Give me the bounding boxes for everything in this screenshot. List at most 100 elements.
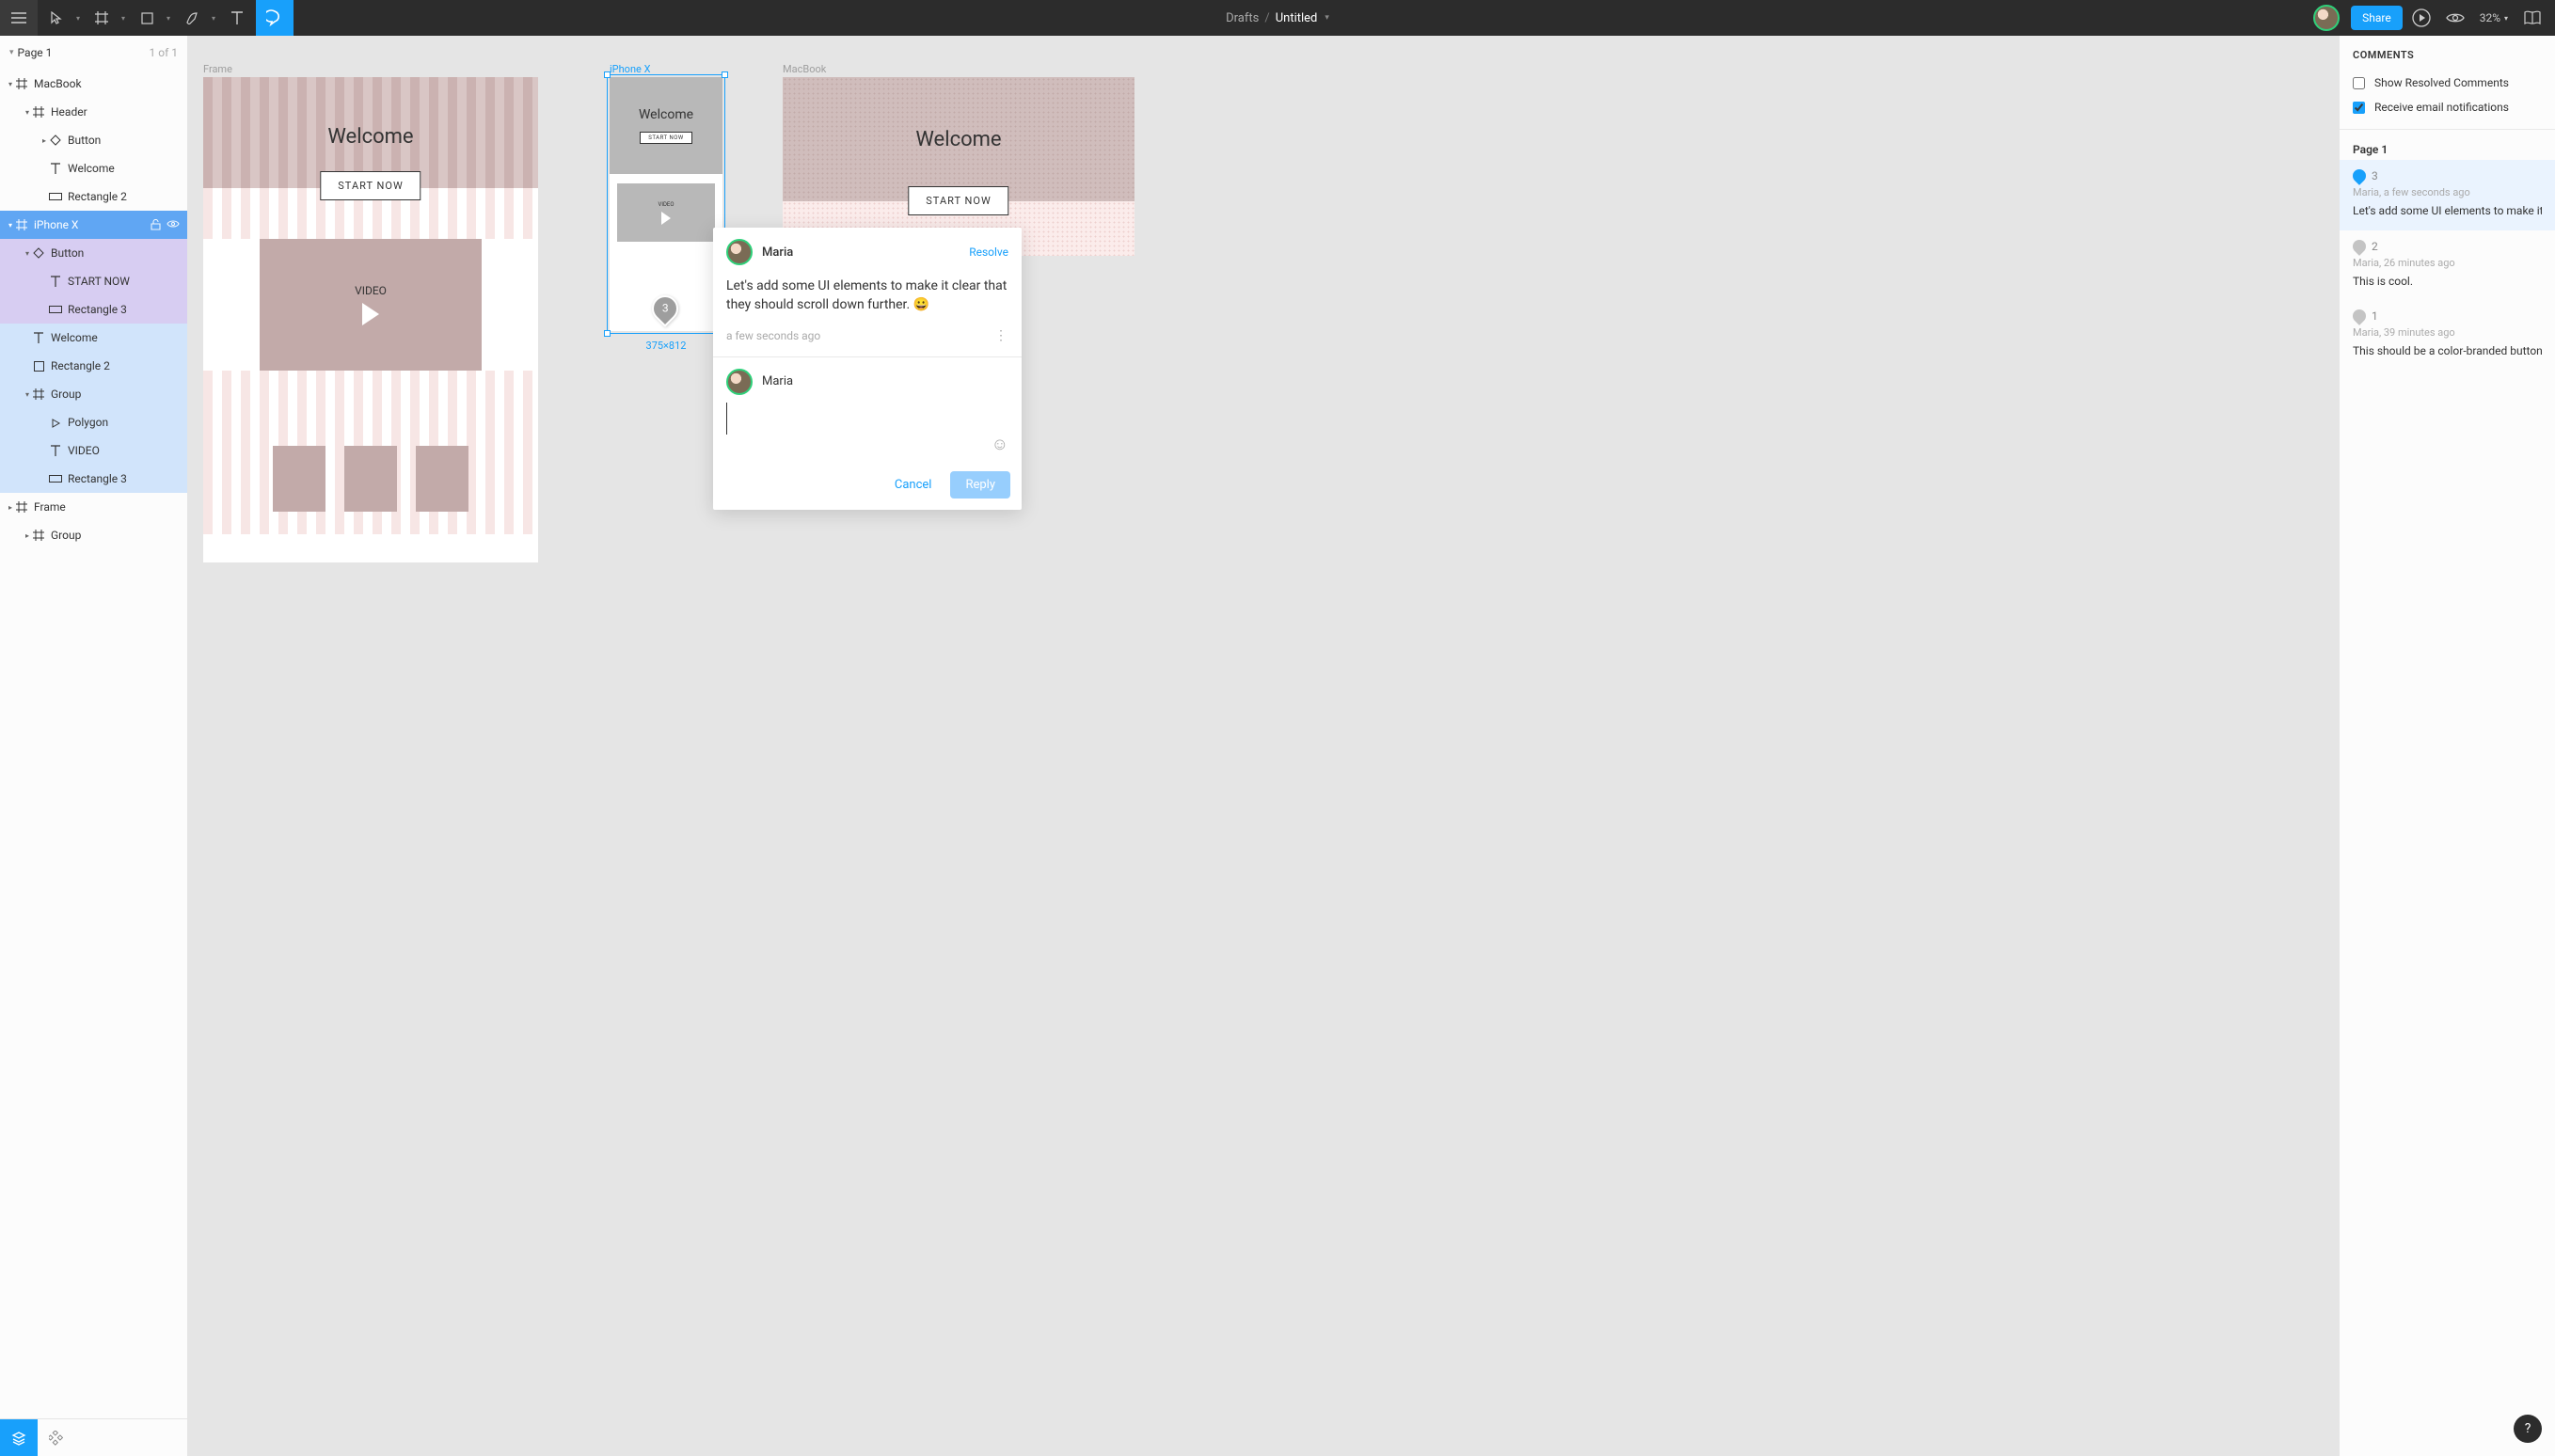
thread-meta: Maria, 26 minutes ago bbox=[2353, 257, 2542, 269]
expand-toggle[interactable]: ▸ bbox=[6, 503, 15, 512]
expand-toggle[interactable]: ▾ bbox=[23, 249, 32, 258]
rect-icon bbox=[49, 472, 62, 485]
prototype-play-button[interactable] bbox=[2406, 3, 2436, 33]
layer-label: Button bbox=[51, 246, 84, 260]
artboard-frame-1[interactable]: Welcome START NOW VIDEO bbox=[203, 77, 538, 562]
comment-thread[interactable]: 2Maria, 26 minutes agoThis is cool. bbox=[2340, 230, 2555, 301]
canvas[interactable]: Frame Welcome START NOW VIDEO iPhone X W… bbox=[188, 36, 2339, 1456]
expand-toggle[interactable]: ▸ bbox=[40, 136, 49, 145]
artboard-iphone[interactable]: Welcome START NOW VIDEO 375×812 bbox=[610, 77, 722, 331]
email-notif-toggle[interactable]: Receive email notifications bbox=[2340, 95, 2555, 119]
comments-panel-title: COMMENTS bbox=[2340, 36, 2555, 71]
layer-row[interactable]: Rectangle 3 bbox=[0, 465, 187, 493]
zoom-control[interactable]: 32% ▾ bbox=[2474, 11, 2514, 24]
layers-tab[interactable] bbox=[0, 1419, 38, 1456]
video-placeholder: VIDEO bbox=[260, 239, 482, 371]
layer-row[interactable]: Polygon bbox=[0, 408, 187, 436]
expand-toggle[interactable]: ▸ bbox=[23, 531, 32, 540]
shape-tool[interactable]: ▾ bbox=[128, 0, 173, 36]
comment-bubble-icon bbox=[2350, 307, 2369, 325]
show-resolved-checkbox[interactable] bbox=[2353, 77, 2365, 89]
reply-button[interactable]: Reply bbox=[950, 471, 1010, 499]
layer-row[interactable]: Rectangle 2 bbox=[0, 352, 187, 380]
selection-handle[interactable] bbox=[604, 71, 611, 78]
page-selector[interactable]: ▾ Page 1 1 of 1 bbox=[0, 36, 187, 70]
chevron-down-icon: ▾ bbox=[121, 14, 125, 23]
layer-row[interactable]: Rectangle 2 bbox=[0, 182, 187, 211]
frame-tool[interactable]: ▾ bbox=[83, 0, 128, 36]
help-button[interactable]: ? bbox=[2514, 1415, 2542, 1443]
layer-label: Rectangle 3 bbox=[68, 472, 127, 485]
text-icon bbox=[49, 444, 62, 457]
layer-row[interactable]: ▾Header bbox=[0, 98, 187, 126]
play-icon bbox=[661, 212, 671, 225]
cancel-button[interactable]: Cancel bbox=[885, 471, 942, 499]
diamond-icon bbox=[49, 134, 62, 147]
layer-row[interactable]: ▸Button bbox=[0, 126, 187, 154]
library-button[interactable] bbox=[2517, 3, 2547, 33]
chevron-down-icon: ▾ bbox=[2504, 14, 2508, 23]
layer-row[interactable]: ▸Frame bbox=[0, 493, 187, 521]
user-avatar[interactable] bbox=[2313, 5, 2340, 31]
expand-toggle[interactable]: ▾ bbox=[23, 108, 32, 117]
selection-handle[interactable] bbox=[604, 330, 611, 337]
assets-tab[interactable] bbox=[38, 1419, 75, 1456]
left-footer bbox=[0, 1418, 187, 1456]
menu-button[interactable] bbox=[0, 0, 38, 36]
frame-icon bbox=[15, 500, 28, 514]
frame-icon bbox=[32, 388, 45, 401]
frame-label[interactable]: Frame bbox=[203, 63, 232, 75]
layer-label: Welcome bbox=[51, 331, 98, 344]
comment-menu-button[interactable]: ⋮ bbox=[994, 328, 1008, 343]
reply-input[interactable] bbox=[726, 403, 1008, 435]
layer-row[interactable]: START NOW bbox=[0, 267, 187, 295]
selection-handle[interactable] bbox=[722, 71, 728, 78]
emoji-button[interactable]: ☺ bbox=[992, 435, 1008, 462]
resolve-button[interactable]: Resolve bbox=[969, 245, 1008, 259]
eye-icon[interactable] bbox=[167, 219, 180, 230]
thread-number: 3 bbox=[2372, 169, 2378, 182]
layer-row[interactable]: ▾ Button bbox=[0, 239, 187, 267]
show-resolved-toggle[interactable]: Show Resolved Comments bbox=[2340, 71, 2555, 95]
document-title[interactable]: Drafts / Untitled ▾ bbox=[1226, 11, 1329, 25]
frame-icon bbox=[32, 105, 45, 119]
frame-label-iphone[interactable]: iPhone X bbox=[610, 63, 650, 75]
layer-label: iPhone X bbox=[34, 218, 78, 231]
comment-threads-list: 3Maria, a few seconds agoLet's add some … bbox=[2340, 160, 2555, 371]
layer-row[interactable]: Rectangle 3 bbox=[0, 295, 187, 324]
text-icon bbox=[32, 331, 45, 344]
comment-timestamp: a few seconds ago bbox=[726, 329, 820, 342]
expand-toggle[interactable]: ▾ bbox=[23, 390, 32, 399]
layer-row[interactable]: ▸ Group bbox=[0, 521, 187, 549]
comment-thread[interactable]: 3Maria, a few seconds agoLet's add some … bbox=[2340, 160, 2555, 230]
email-notif-checkbox[interactable] bbox=[2353, 102, 2365, 114]
selection-dimensions: 375×812 bbox=[646, 340, 687, 352]
move-tool[interactable]: ▾ bbox=[38, 0, 83, 36]
pen-tool[interactable]: ▾ bbox=[173, 0, 218, 36]
share-button[interactable]: Share bbox=[2351, 6, 2403, 30]
text-tool[interactable] bbox=[218, 0, 256, 36]
thread-number: 2 bbox=[2372, 240, 2378, 253]
expand-toggle[interactable]: ▾ bbox=[6, 80, 15, 88]
thumbnail bbox=[344, 446, 397, 512]
layer-row[interactable]: VIDEO bbox=[0, 436, 187, 465]
comment-tool[interactable] bbox=[256, 0, 294, 36]
start-now-button: START NOW bbox=[640, 132, 691, 144]
start-now-button: START NOW bbox=[908, 186, 1008, 215]
layer-row[interactable]: Welcome bbox=[0, 154, 187, 182]
comment-thread[interactable]: 1Maria, 39 minutes agoThis should be a c… bbox=[2340, 300, 2555, 371]
diamond-icon bbox=[32, 246, 45, 260]
frame-label-macbook[interactable]: MacBook bbox=[783, 63, 826, 75]
top-toolbar: ▾ ▾ ▾ ▾ Drafts / Untitled ▾ Share bbox=[0, 0, 2555, 36]
frame-icon bbox=[32, 529, 45, 542]
expand-toggle[interactable]: ▾ bbox=[6, 221, 15, 229]
view-mode-button[interactable] bbox=[2440, 3, 2470, 33]
layer-row[interactable]: ▾Group bbox=[0, 380, 187, 408]
layer-row[interactable]: ▾ iPhone X bbox=[0, 211, 187, 239]
layer-row[interactable]: ▾MacBook bbox=[0, 70, 187, 98]
layer-row[interactable]: Welcome bbox=[0, 324, 187, 352]
layers-list: ▾MacBook▾Header▸ButtonWelcomeRectangle 2… bbox=[0, 70, 187, 1418]
layer-label: Group bbox=[51, 529, 81, 542]
unlock-icon[interactable] bbox=[151, 219, 161, 230]
welcome-text: Welcome bbox=[915, 128, 1001, 151]
